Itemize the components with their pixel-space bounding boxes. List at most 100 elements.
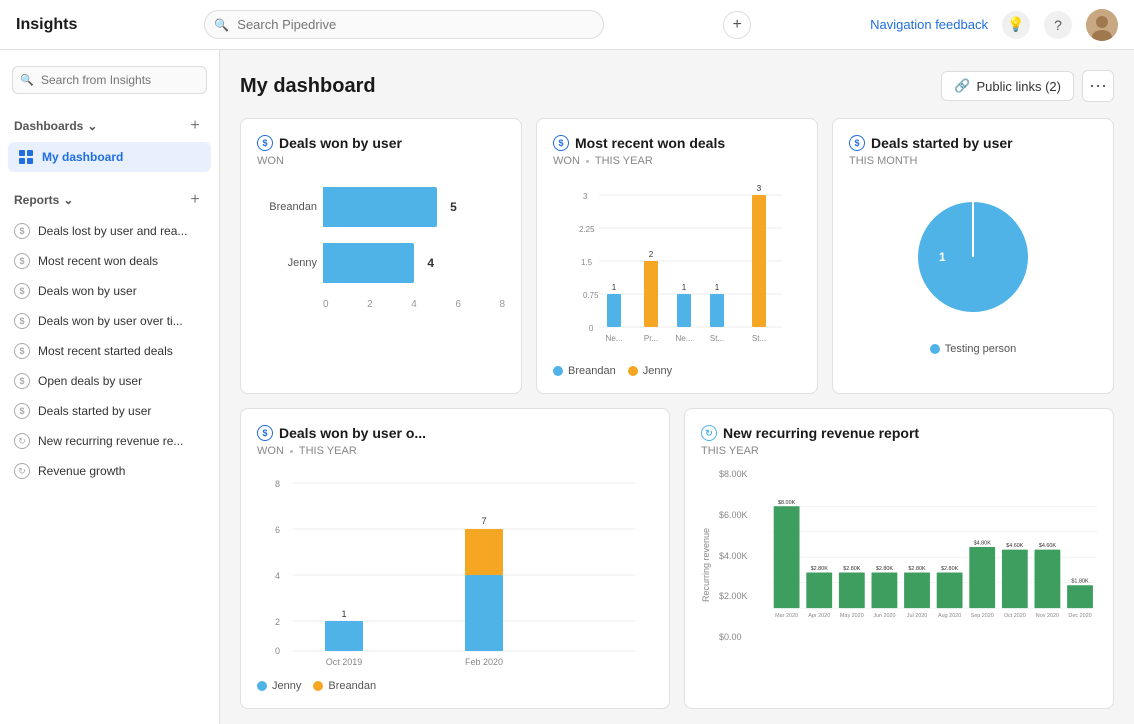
sidebar-report-label: Most recent won deals xyxy=(38,254,158,268)
sidebar-search-input[interactable] xyxy=(12,66,207,94)
svg-text:$8.00K: $8.00K xyxy=(778,500,796,506)
nav-feedback-link[interactable]: Navigation feedback xyxy=(870,17,988,32)
svg-text:4: 4 xyxy=(275,571,280,581)
sidebar-item-report-0[interactable]: $Deals lost by user and rea... xyxy=(0,216,219,246)
sidebar-item-report-8[interactable]: ↻Revenue growth xyxy=(0,456,219,486)
sidebar: 🔍 Dashboards ⌄ + My dashboard Reports ⌄ … xyxy=(0,50,220,724)
svg-text:7: 7 xyxy=(481,516,486,526)
svg-text:0: 0 xyxy=(275,646,280,656)
svg-text:Ne...: Ne... xyxy=(676,334,693,343)
add-dashboard-button[interactable]: + xyxy=(185,116,205,136)
legend-testing-person: Testing person xyxy=(930,343,1017,355)
most-recent-won-subtitle: WON THIS YEAR xyxy=(553,155,801,167)
sidebar-item-report-6[interactable]: $Deals started by user xyxy=(0,396,219,426)
svg-text:1: 1 xyxy=(939,250,946,264)
sidebar-item-report-3[interactable]: $ Deals won by user over ti... xyxy=(0,306,219,336)
svg-text:0: 0 xyxy=(589,324,594,333)
svg-text:1: 1 xyxy=(341,609,346,619)
sidebar-item-report-5[interactable]: $Open deals by user xyxy=(0,366,219,396)
help-icon-btn[interactable]: ? xyxy=(1044,11,1072,39)
dollar-icon-recent: $ xyxy=(553,135,569,151)
sidebar-item-report-2[interactable]: $ Deals won by user xyxy=(0,276,219,306)
sidebar-report-label: Deals won by user over ti... xyxy=(38,314,183,328)
more-options-button[interactable]: ⋯ xyxy=(1082,70,1114,102)
hbar-value-jenny: 4 xyxy=(427,256,434,270)
hbar-value-breandan: 5 xyxy=(450,200,457,214)
user-avatar[interactable] xyxy=(1086,9,1118,41)
dashboards-section-header[interactable]: Dashboards ⌄ + xyxy=(0,110,219,142)
reports-section-header[interactable]: Reports ⌄ + xyxy=(0,184,219,216)
sidebar-report-label: Deals won by user xyxy=(38,284,137,298)
legend-breandan: Breandan xyxy=(553,365,616,377)
sidebar-search-container[interactable]: 🔍 xyxy=(12,66,207,94)
svg-text:$4.80K: $4.80K xyxy=(974,540,992,546)
most-recent-won-title: $ Most recent won deals xyxy=(553,135,801,151)
sidebar-report-label: Open deals by user xyxy=(38,374,142,388)
svg-text:Jul 2020: Jul 2020 xyxy=(907,613,928,619)
svg-text:St...: St... xyxy=(710,334,724,343)
sidebar-item-my-dashboard[interactable]: My dashboard xyxy=(8,142,211,172)
svg-text:8: 8 xyxy=(275,479,280,489)
sidebar-item-report-7[interactable]: ↻ New recurring revenue re... xyxy=(0,426,219,456)
deals-started-title: $ Deals started by user xyxy=(849,135,1097,151)
rev-bars-container: $8.00K $2.80K $2.80K $2.80K xyxy=(771,469,1097,662)
dollar-icon-report: $ xyxy=(14,253,30,269)
deals-won-subtitle: WON xyxy=(257,155,505,167)
dashboard-header: My dashboard 🔗 Public links (2) ⋯ xyxy=(240,70,1114,102)
legend-jenny: Jenny xyxy=(628,365,672,377)
hbar-row-breandan: Breandan 5 xyxy=(257,187,505,227)
lightbulb-icon-btn[interactable]: 💡 xyxy=(1002,11,1030,39)
hbar-label-breandan: Breandan xyxy=(257,201,317,213)
link-icon: 🔗 xyxy=(954,78,970,94)
svg-text:$2.80K: $2.80K xyxy=(876,566,894,572)
legend-breandan-time: Breandan xyxy=(313,680,376,692)
svg-text:Ne...: Ne... xyxy=(606,334,623,343)
deals-won-over-time-chart: 8 6 4 2 0 1 7 xyxy=(257,469,653,669)
subtitle-dot xyxy=(586,160,589,163)
sidebar-reports-list: $Deals lost by user and rea...$Most rece… xyxy=(0,216,219,486)
svg-text:Aug 2020: Aug 2020 xyxy=(938,613,961,619)
public-links-button[interactable]: 🔗 Public links (2) xyxy=(941,71,1074,101)
sidebar-item-report-4[interactable]: $Most recent started deals xyxy=(0,336,219,366)
dashboard-title: My dashboard xyxy=(240,75,376,98)
svg-text:$4.60K: $4.60K xyxy=(1006,543,1024,549)
hbar-track-breandan: 5 xyxy=(323,187,505,227)
my-dashboard-label: My dashboard xyxy=(42,150,123,164)
deals-over-time-legend: Jenny Breandan xyxy=(257,680,653,692)
y-axis-values: $8.00K $6.00K $4.00K $2.00K $0.00 xyxy=(719,469,763,662)
legend-dot-jenny-time xyxy=(257,681,267,691)
sidebar-report-label: Deals started by user xyxy=(38,404,151,418)
add-report-button[interactable]: + xyxy=(185,190,205,210)
hbar-row-jenny: Jenny 4 xyxy=(257,243,505,283)
hbar-axis: 02468 xyxy=(257,299,505,310)
svg-text:1: 1 xyxy=(682,283,687,292)
dashboards-chevron-icon: ⌄ xyxy=(87,119,97,133)
sidebar-item-report-1[interactable]: $ Most recent won deals xyxy=(0,246,219,276)
recur-icon-report: ↻ xyxy=(14,433,30,449)
dollar-icon-report: $ xyxy=(14,283,30,299)
top-nav: Insights 🔍 + Navigation feedback 💡 ? xyxy=(0,0,1134,50)
sidebar-report-label: New recurring revenue re... xyxy=(38,434,183,448)
legend-dot-breandan xyxy=(553,366,563,376)
svg-text:Apr 2020: Apr 2020 xyxy=(808,613,830,619)
deals-won-by-user-card: $ Deals won by user WON Breandan 5 xyxy=(240,118,522,394)
main-layout: 🔍 Dashboards ⌄ + My dashboard Reports ⌄ … xyxy=(0,50,1134,724)
svg-text:Oct 2020: Oct 2020 xyxy=(1004,613,1026,619)
legend-dot-breandan-time xyxy=(313,681,323,691)
dollar-icon-report: $ xyxy=(14,313,30,329)
dashboard-row-2: $ Deals won by user o... WON THIS YEAR 8… xyxy=(240,408,1114,709)
global-search-input[interactable] xyxy=(204,10,604,39)
global-search[interactable]: 🔍 xyxy=(204,10,604,39)
add-button[interactable]: + xyxy=(723,11,751,39)
deals-won-over-time-title: $ Deals won by user o... xyxy=(257,425,653,441)
dollar-icon-started: $ xyxy=(849,135,865,151)
recurring-revenue-card: ↻ New recurring revenue report THIS YEAR… xyxy=(684,408,1114,709)
y-axis-label: Recurring revenue xyxy=(701,528,711,602)
svg-text:$4.60K: $4.60K xyxy=(1039,543,1057,549)
hbar-chart: Breandan 5 Jenny 4 xyxy=(257,179,505,318)
most-recent-won-card: $ Most recent won deals WON THIS YEAR 3 … xyxy=(536,118,818,394)
app-title: Insights xyxy=(16,16,77,34)
reports-label: Reports ⌄ xyxy=(14,193,73,207)
legend-dot-testing xyxy=(930,344,940,354)
sidebar-search-icon: 🔍 xyxy=(20,74,34,87)
